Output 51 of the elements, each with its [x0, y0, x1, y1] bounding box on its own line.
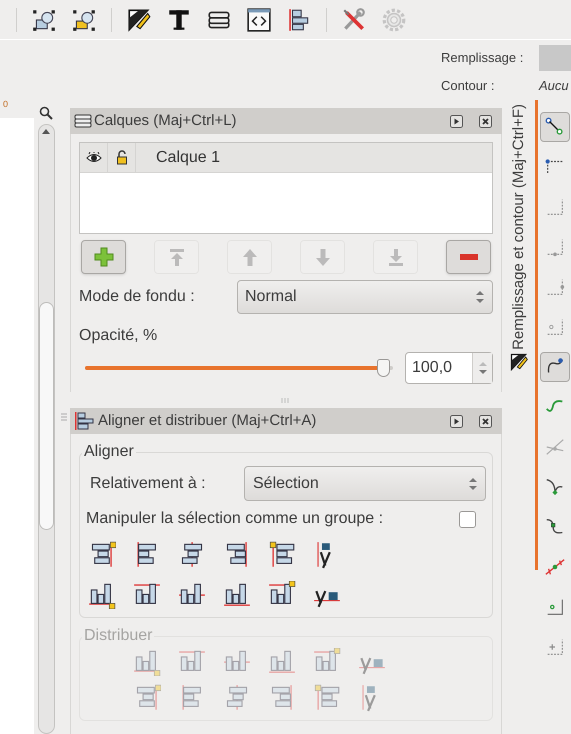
- snap-icon: [544, 476, 566, 498]
- group-label: Manipuler la sélection comme un groupe :: [86, 509, 384, 529]
- scrollbar[interactable]: [38, 124, 54, 734]
- snap-icon: [544, 556, 566, 578]
- opacity-slider[interactable]: [85, 357, 393, 379]
- stroke-value: Aucu: [539, 77, 570, 96]
- scrollbar-thumb[interactable]: [38, 302, 54, 530]
- zoom-icon[interactable]: [39, 106, 53, 120]
- layer-add-button[interactable]: [81, 240, 126, 274]
- spinner-arrows-icon[interactable]: [478, 361, 486, 375]
- snap-snap-toggle-button[interactable]: [540, 112, 570, 142]
- close-icon[interactable]: [479, 114, 492, 128]
- align-icon[interactable]: [88, 581, 116, 609]
- opacity-spinbox[interactable]: 100,0: [405, 352, 493, 384]
- expand-icon[interactable]: [450, 414, 463, 428]
- group-title: Aligner: [83, 442, 135, 462]
- pen-square-icon: [508, 352, 528, 372]
- spinner-arrows-icon: [476, 290, 484, 304]
- expand-icon[interactable]: [450, 114, 463, 128]
- group-title: Distribuer: [83, 626, 154, 646]
- wrench-screwdriver-icon[interactable]: [341, 6, 367, 32]
- blend-mode-label: Mode de fondu :: [79, 287, 196, 307]
- relative-to-dropdown[interactable]: Sélection: [244, 466, 486, 501]
- scroll-up-icon[interactable]: [42, 129, 50, 134]
- layers-icon: [74, 113, 92, 129]
- close-icon[interactable]: [479, 414, 492, 428]
- side-tab[interactable]: Remplissage et contour (Maj+Ctrl+F): [508, 104, 528, 372]
- ruler-label: 0: [3, 100, 8, 109]
- layer-name[interactable]: Calque 1: [156, 146, 220, 170]
- grip-icon[interactable]: [61, 412, 67, 422]
- layer-remove-button[interactable]: [446, 240, 491, 274]
- padlock-icon[interactable]: [116, 150, 128, 165]
- fill-swatch: [539, 45, 571, 71]
- panel-title: Aligner et distribuer (Maj+Ctrl+A): [98, 410, 316, 431]
- align-icon: [74, 411, 96, 431]
- align-icon[interactable]: [223, 581, 251, 609]
- eye-icon[interactable]: [86, 152, 102, 164]
- xml-editor-icon[interactable]: [246, 6, 272, 32]
- plus-icon: [94, 247, 114, 267]
- blend-mode-dropdown[interactable]: Normal: [237, 280, 493, 314]
- slider-thumb[interactable]: [376, 359, 390, 377]
- panel-title: Calques (Maj+Ctrl+L): [94, 110, 237, 131]
- grip-icon[interactable]: [281, 398, 291, 402]
- stroke-label: Contour :: [441, 77, 496, 96]
- relative-to-label: Relativement à :: [89, 474, 207, 494]
- opacity-label: Opacité, %: [79, 326, 158, 346]
- align-icon[interactable]: [268, 541, 296, 569]
- fill-label: Remplissage :: [441, 49, 524, 68]
- spinner-arrows-icon: [469, 476, 477, 490]
- group-checkbox[interactable]: [459, 510, 476, 528]
- snap-path-node-button[interactable]: [540, 352, 570, 382]
